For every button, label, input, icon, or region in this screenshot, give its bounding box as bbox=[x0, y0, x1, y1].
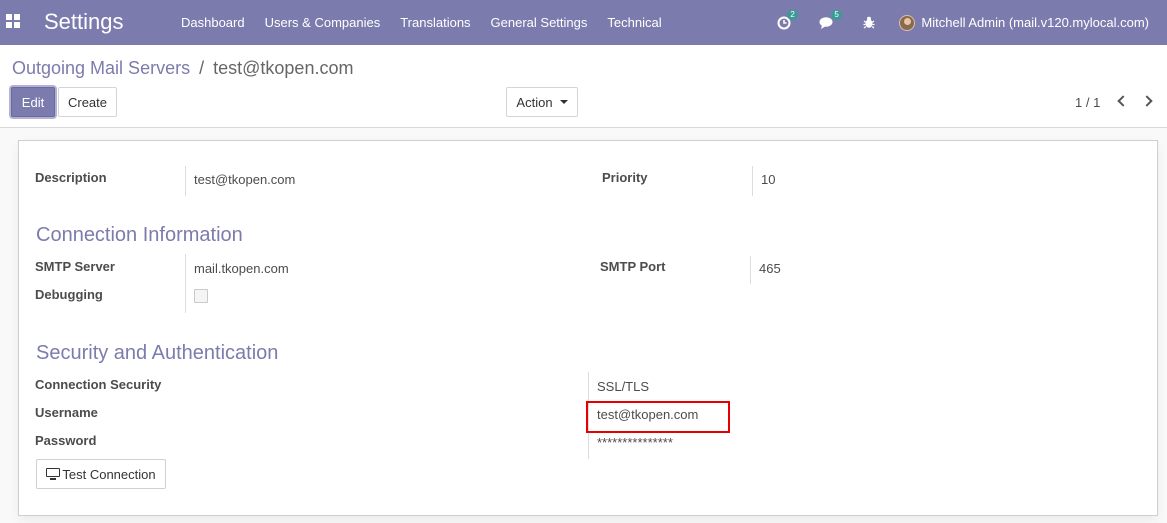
action-dropdown-button[interactable]: Action bbox=[506, 87, 578, 117]
activity-count-badge: 2 bbox=[787, 9, 798, 20]
edit-button[interactable]: Edit bbox=[11, 87, 55, 117]
menu-item-general-settings[interactable]: General Settings bbox=[481, 15, 598, 30]
smtp-server-label: SMTP Server bbox=[35, 259, 115, 274]
pager-previous-button[interactable] bbox=[1113, 94, 1129, 110]
smtp-port-label: SMTP Port bbox=[600, 259, 666, 274]
form-sheet: Description test@tkopen.com Priority 10 … bbox=[18, 140, 1158, 516]
smtp-port-field[interactable]: 465 bbox=[759, 261, 781, 276]
pager-value[interactable]: 1 / 1 bbox=[1075, 95, 1100, 110]
chevron-right-icon bbox=[1141, 95, 1153, 107]
test-connection-button[interactable]: Test Connection bbox=[36, 459, 166, 489]
user-menu[interactable]: Mitchell Admin (mail.v120.mylocal.com) bbox=[899, 14, 1167, 31]
menu-item-translations[interactable]: Translations bbox=[390, 15, 480, 30]
main-menu: Dashboard Users & Companies Translations… bbox=[171, 0, 672, 45]
field-divider bbox=[185, 166, 186, 196]
messages-count-badge: 5 bbox=[831, 9, 842, 20]
password-label: Password bbox=[35, 433, 97, 448]
debugging-label: Debugging bbox=[35, 287, 103, 302]
field-divider bbox=[752, 166, 753, 196]
monitor-icon bbox=[46, 468, 61, 480]
debug-menu[interactable] bbox=[863, 16, 875, 29]
systray: 2 5 Mitchell Admin (mail.v120.mylocal.co… bbox=[777, 0, 1167, 45]
description-label: Description bbox=[35, 170, 107, 185]
action-label: Action bbox=[516, 94, 553, 110]
breadcrumb: Outgoing Mail Servers / test@tkopen.com bbox=[12, 58, 353, 79]
app-title[interactable]: Settings bbox=[44, 9, 124, 35]
field-divider bbox=[750, 256, 751, 284]
bug-icon bbox=[863, 16, 875, 29]
priority-field[interactable]: 10 bbox=[761, 172, 775, 187]
menu-item-dashboard[interactable]: Dashboard bbox=[171, 15, 255, 30]
description-field[interactable]: test@tkopen.com bbox=[194, 172, 295, 187]
username-highlight-box bbox=[586, 401, 730, 433]
breadcrumb-current: test@tkopen.com bbox=[213, 58, 354, 78]
test-connection-label: Test Connection bbox=[62, 466, 156, 482]
menu-item-technical[interactable]: Technical bbox=[597, 15, 671, 30]
breadcrumb-parent-link[interactable]: Outgoing Mail Servers bbox=[12, 58, 190, 78]
caret-down-icon bbox=[559, 100, 568, 104]
connection-security-label: Connection Security bbox=[35, 377, 162, 392]
menu-item-users-companies[interactable]: Users & Companies bbox=[255, 15, 391, 30]
debugging-checkbox[interactable] bbox=[194, 289, 208, 303]
connection-security-field[interactable]: SSL/TLS bbox=[597, 379, 649, 394]
username-label: Username bbox=[35, 405, 98, 420]
apps-grid-icon[interactable] bbox=[6, 14, 20, 28]
smtp-server-field[interactable]: mail.tkopen.com bbox=[194, 261, 289, 276]
priority-label: Priority bbox=[602, 170, 648, 185]
connection-section-title: Connection Information bbox=[36, 224, 243, 246]
create-button[interactable]: Create bbox=[58, 87, 117, 117]
pager-next-button[interactable] bbox=[1141, 94, 1157, 110]
breadcrumb-separator: / bbox=[199, 58, 205, 78]
password-field[interactable]: *************** bbox=[597, 435, 673, 450]
messages-menu[interactable]: 5 bbox=[819, 9, 842, 30]
security-section-title: Security and Authentication bbox=[36, 342, 279, 364]
chevron-left-icon bbox=[1117, 95, 1129, 107]
user-label: Mitchell Admin (mail.v120.mylocal.com) bbox=[921, 15, 1149, 30]
top-navbar: Settings Dashboard Users & Companies Tra… bbox=[0, 0, 1167, 45]
field-divider bbox=[185, 254, 186, 313]
control-panel: Outgoing Mail Servers / test@tkopen.com … bbox=[0, 45, 1167, 128]
activity-menu[interactable]: 2 bbox=[777, 9, 798, 30]
avatar bbox=[899, 14, 916, 31]
